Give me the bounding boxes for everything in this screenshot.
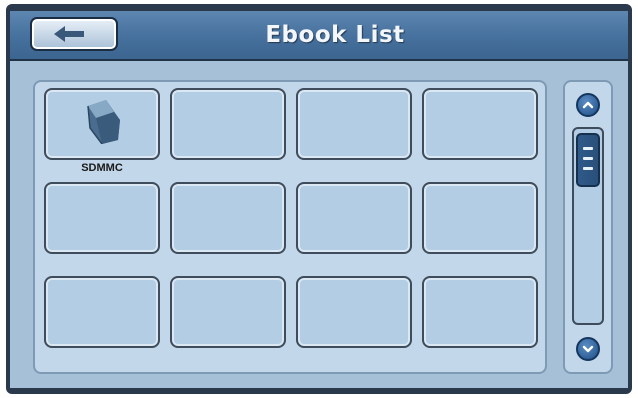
back-button[interactable] (30, 17, 118, 51)
folder-icon (87, 100, 120, 144)
grid-cell-7[interactable] (296, 182, 412, 254)
grid-cell-1-label: SDMMC (81, 162, 123, 174)
grid-cell-3[interactable] (296, 88, 412, 160)
content-area: SDMMC (10, 61, 628, 388)
grid-cell-12[interactable] (422, 276, 538, 348)
scroll-down-button[interactable] (576, 337, 600, 361)
grid-cell-4[interactable] (422, 88, 538, 160)
grid-cell-11[interactable] (296, 276, 412, 348)
page-title: Ebook List (265, 22, 405, 48)
scrollbar (563, 80, 613, 374)
chevron-up-icon (582, 101, 594, 109)
grid-cell-2[interactable] (170, 88, 286, 160)
arrow-left-icon (54, 26, 84, 42)
grid-cell-5[interactable] (44, 182, 160, 254)
scroll-thumb[interactable] (576, 133, 600, 187)
ebook-grid: SDMMC (33, 80, 547, 374)
grid-cell-8[interactable] (422, 182, 538, 254)
grid-cell-10[interactable] (170, 276, 286, 348)
grid-cell-9[interactable] (44, 276, 160, 348)
scroll-track[interactable] (572, 127, 604, 325)
chevron-down-icon (582, 345, 594, 353)
grid-cell-1[interactable] (44, 88, 160, 160)
title-bar: Ebook List (10, 11, 628, 61)
scroll-up-button[interactable] (576, 93, 600, 117)
grid-cell-6[interactable] (170, 182, 286, 254)
